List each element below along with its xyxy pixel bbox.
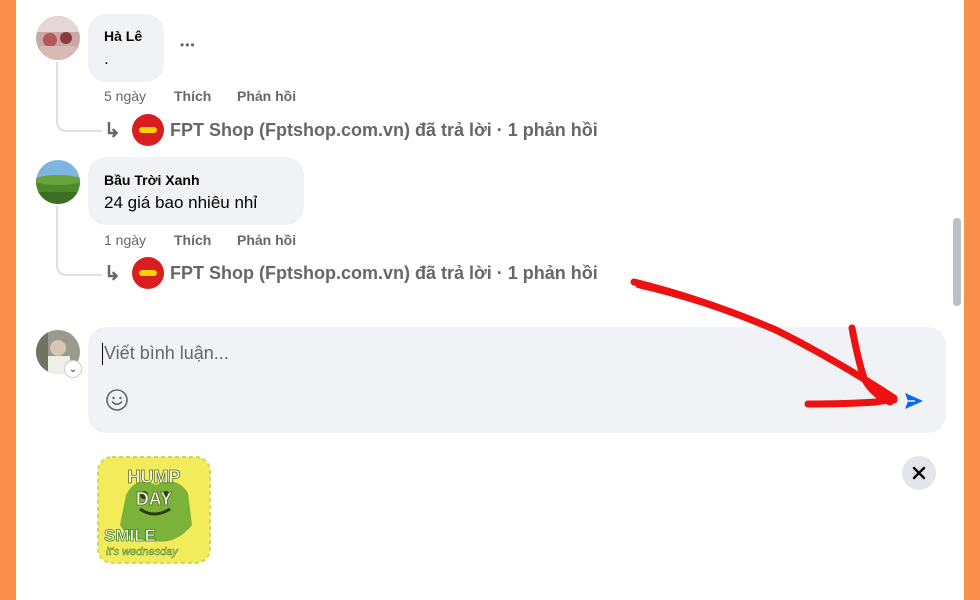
comment-author[interactable]: Hà Lê <box>104 28 142 44</box>
sticker-text: it's wednesday <box>106 546 179 558</box>
sticker-text: SMILE <box>104 526 156 545</box>
close-icon[interactable] <box>902 456 936 490</box>
comment-composer[interactable]: Viết bình luận... <box>88 327 946 433</box>
like-link[interactable]: Thích <box>174 232 211 248</box>
comment-text: 24 giá bao nhiêu nhỉ <box>104 193 258 212</box>
reply-summary-text[interactable]: FPT Shop (Fptshop.com.vn) đã trả lời · 1… <box>170 120 598 141</box>
comment-time[interactable]: 5 ngày <box>104 88 146 104</box>
like-link[interactable]: Thích <box>174 88 211 104</box>
text-cursor <box>102 343 103 365</box>
reply-summary-row[interactable]: ↳ FPT Shop (Fptshop.com.vn) đã trả lời ·… <box>104 113 598 147</box>
comment-author[interactable]: Bầu Trời Xanh <box>104 172 200 188</box>
chevron-down-icon[interactable]: ⌄ <box>64 360 82 378</box>
comment-bubble <box>88 157 304 225</box>
sticker-text: DAY <box>136 489 172 509</box>
comment-time[interactable]: 1 ngày <box>104 232 146 248</box>
comment-input[interactable]: Viết bình luận... <box>104 343 229 364</box>
reply-arrow-icon: ↳ <box>104 262 121 285</box>
scrollbar-thumb[interactable] <box>953 218 961 306</box>
smiley-icon[interactable] <box>106 389 128 411</box>
comment-text: . <box>104 49 109 68</box>
fpt-shop-logo <box>132 114 164 146</box>
reply-summary-row[interactable]: ↳ FPT Shop (Fptshop.com.vn) đã trả lời ·… <box>104 256 598 290</box>
avatar[interactable] <box>36 160 80 204</box>
reply-link[interactable]: Phản hồi <box>237 88 296 104</box>
fpt-shop-logo <box>132 257 164 289</box>
thread-line <box>56 62 102 132</box>
comment-panel: Hà Lê . ••• 5 ngày Thích Phản hồi ↳ FPT … <box>16 0 964 600</box>
avatar[interactable] <box>36 16 80 60</box>
reply-summary-text[interactable]: FPT Shop (Fptshop.com.vn) đã trả lời · 1… <box>170 263 598 284</box>
sticker-text: HUMP <box>128 467 181 487</box>
thread-line <box>56 206 102 276</box>
more-options-icon[interactable]: ••• <box>180 38 196 52</box>
reply-arrow-icon: ↳ <box>104 119 121 142</box>
sticker-preview: HUMP DAY SMILE it's wednesday <box>96 455 212 565</box>
reply-link[interactable]: Phản hồi <box>237 232 296 248</box>
send-icon[interactable] <box>902 389 926 413</box>
